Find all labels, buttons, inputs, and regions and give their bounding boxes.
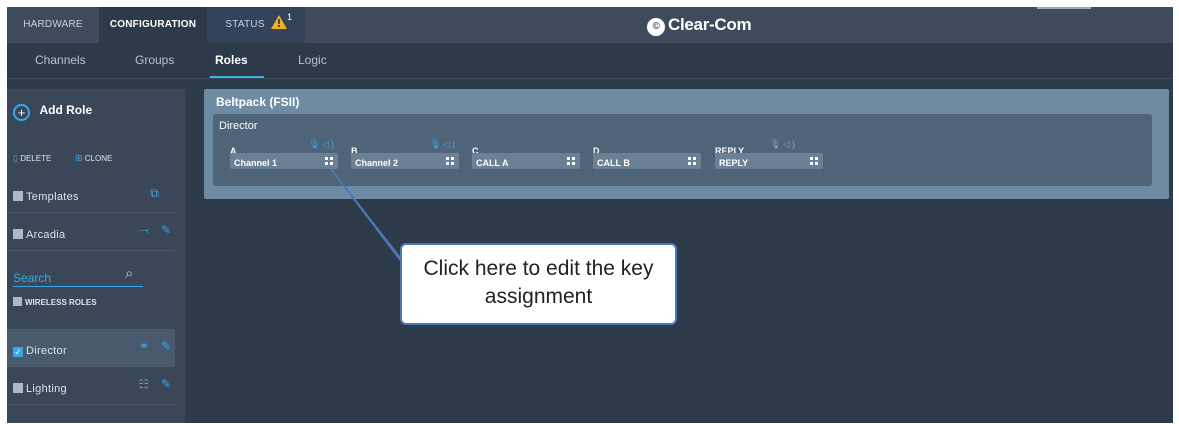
app-window: HARDWARE CONFIGURATION STATUS 1 © Clear-C…: [7, 7, 1173, 423]
callout-pointer: [330, 168, 414, 278]
callout-tooltip: Click here to edit the key assignment: [400, 243, 677, 325]
callout-text: Click here to edit the key assignment: [423, 257, 654, 308]
